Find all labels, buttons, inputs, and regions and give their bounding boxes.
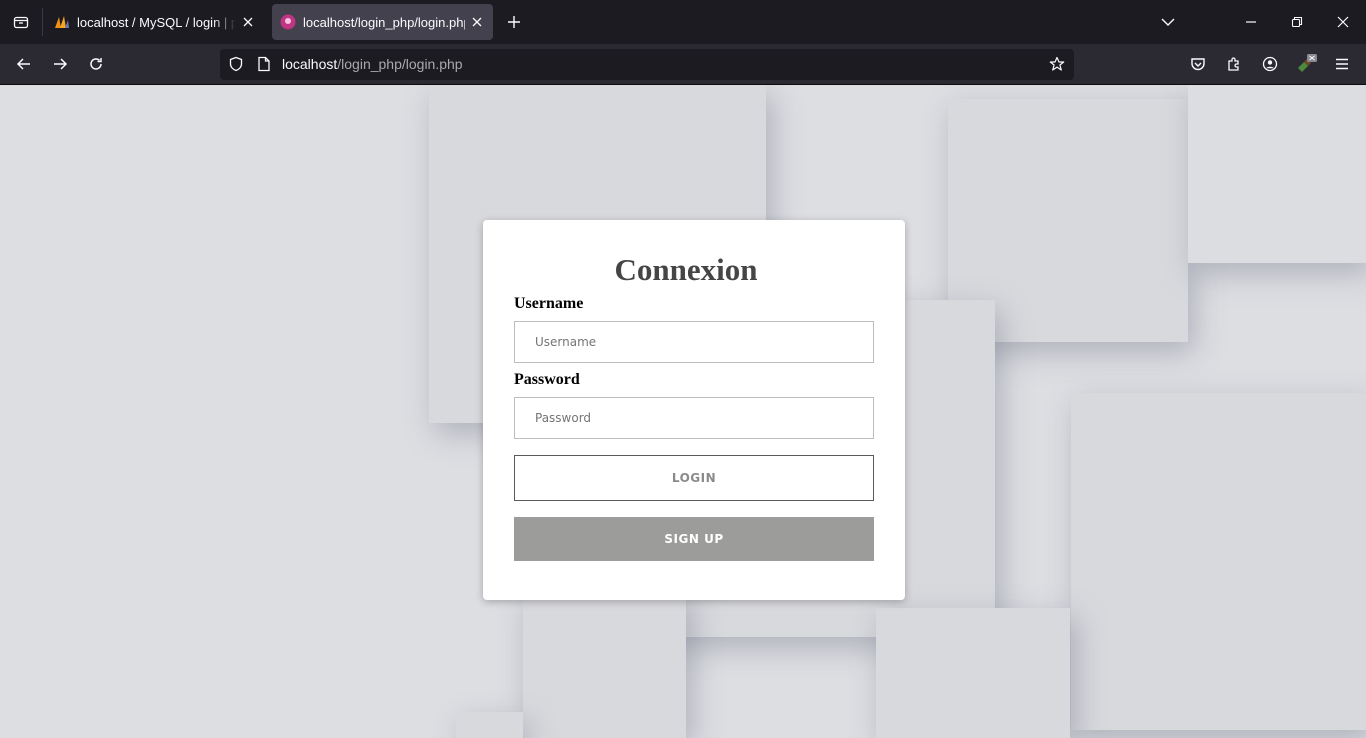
background-block (876, 608, 1070, 738)
page-content: Connexion Username Password LOGIN SIGN U… (0, 85, 1366, 738)
form-title: Connexion (614, 252, 758, 287)
close-tab-icon[interactable] (469, 14, 485, 30)
navigation-toolbar: localhost/login_php/login.php (0, 44, 1366, 85)
restore-button[interactable] (1274, 0, 1320, 44)
login-button[interactable]: LOGIN (514, 455, 874, 501)
background-block (523, 590, 686, 738)
forward-button[interactable] (45, 50, 75, 78)
back-button[interactable] (9, 50, 39, 78)
password-input[interactable] (514, 397, 874, 439)
pocket-icon (1191, 58, 1205, 71)
puzzle-icon (1228, 57, 1239, 71)
phpmyadmin-icon (55, 16, 69, 28)
chevron-down-icon (1161, 18, 1175, 26)
close-icon (1337, 16, 1349, 28)
username-label: Username (514, 295, 584, 312)
username-input[interactable] (514, 321, 874, 363)
url-text[interactable]: localhost/login_php/login.php (282, 56, 463, 72)
tab-separator (42, 8, 43, 36)
account-icon (1262, 56, 1278, 72)
extension-addon-button[interactable] (1291, 50, 1321, 78)
tab-login[interactable]: localhost/login_php/login.php (272, 4, 493, 40)
restore-icon (1291, 16, 1303, 28)
background-block (1071, 393, 1366, 730)
url-path: /login_php/login.php (337, 56, 463, 72)
close-tab-icon[interactable] (240, 14, 256, 30)
site-favicon (280, 14, 296, 30)
tab-phpmyadmin[interactable]: localhost / MySQL / login | phpMyAdmin (46, 4, 264, 40)
reload-icon (90, 58, 102, 70)
plus-icon (508, 16, 520, 28)
list-all-tabs-button[interactable] (1145, 0, 1191, 44)
signup-button[interactable]: SIGN UP (514, 517, 874, 561)
tab-overview-icon (13, 16, 29, 29)
back-arrow-icon (16, 58, 30, 70)
extension-addon-icon (1298, 54, 1317, 72)
page-info-icon[interactable] (256, 56, 272, 72)
address-bar[interactable]: localhost/login_php/login.php (220, 49, 1074, 80)
reload-button[interactable] (81, 50, 111, 78)
extensions-button[interactable] (1219, 50, 1249, 78)
tab-title: localhost / MySQL / login | phpMyAdmin (77, 14, 236, 30)
password-label: Password (514, 371, 580, 388)
pocket-button[interactable] (1183, 50, 1213, 78)
new-tab-button[interactable] (502, 10, 526, 34)
login-card: Connexion Username Password LOGIN SIGN U… (483, 220, 905, 600)
shield-icon[interactable] (228, 56, 244, 72)
hamburger-menu-icon (1336, 58, 1348, 70)
background-block (456, 712, 523, 738)
tab-bar: localhost / MySQL / login | phpMyAdmin l… (0, 0, 1366, 44)
bookmark-star-icon[interactable] (1049, 56, 1065, 72)
minimize-button[interactable] (1228, 0, 1274, 44)
background-block (1188, 85, 1366, 263)
tab-overview-button[interactable] (0, 0, 42, 44)
close-window-button[interactable] (1320, 0, 1366, 44)
url-host: localhost (282, 56, 338, 72)
account-button[interactable] (1255, 50, 1285, 78)
app-menu-button[interactable] (1327, 50, 1357, 78)
tab-title: localhost/login_php/login.php (303, 14, 465, 30)
forward-arrow-icon (54, 58, 68, 70)
minimize-icon (1246, 21, 1256, 23)
